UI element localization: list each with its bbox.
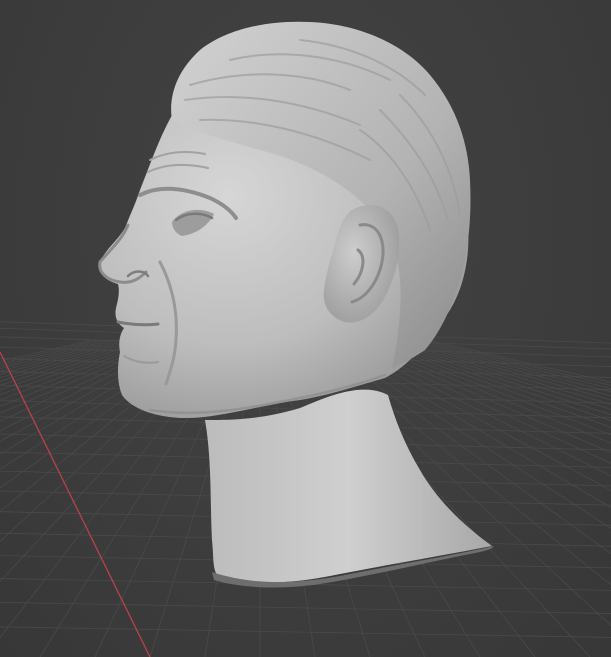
viewport-canvas[interactable]	[0, 0, 611, 657]
neck-mesh	[205, 389, 492, 583]
sculpted-head-mesh[interactable]	[98, 21, 494, 588]
3d-viewport[interactable]	[0, 0, 611, 657]
grid-line	[0, 626, 611, 638]
grid-line	[427, 339, 611, 383]
grid-line	[0, 601, 611, 614]
